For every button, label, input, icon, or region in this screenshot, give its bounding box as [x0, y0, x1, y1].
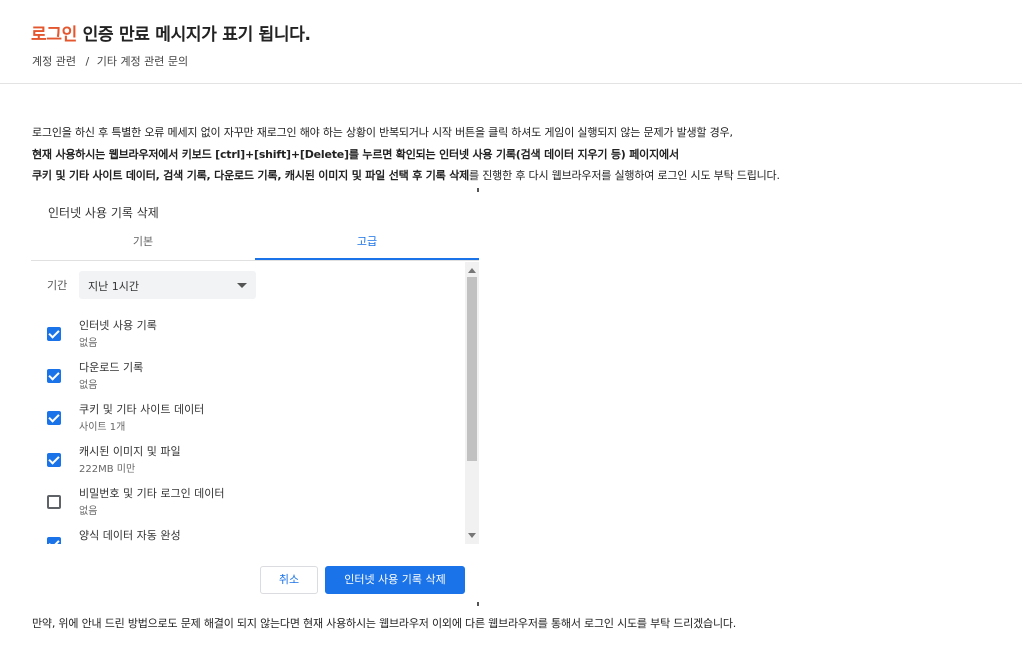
paragraph-4: 만약, 위에 안내 드린 방법으로도 문제 해결이 되지 않는다면 현재 사용하…: [32, 617, 737, 630]
option-download-history[interactable]: 다운로드 기록 없음: [31, 359, 461, 401]
checkbox-checked-icon[interactable]: [47, 453, 61, 467]
crop-mark: [477, 188, 479, 192]
option-label: 캐시된 이미지 및 파일: [79, 445, 181, 458]
scrollbar[interactable]: [465, 262, 479, 544]
option-label: 쿠키 및 기타 사이트 데이터: [79, 403, 205, 416]
option-cookies[interactable]: 쿠키 및 기타 사이트 데이터 사이트 1개: [31, 401, 461, 443]
breadcrumb-item-other[interactable]: 기타 계정 관련 문의: [97, 55, 188, 68]
page-title-text: 인증 만료 메시지가 표기 됩니다.: [77, 25, 311, 45]
checkbox-checked-icon[interactable]: [47, 411, 61, 425]
option-passwords[interactable]: 비밀번호 및 기타 로그인 데이터 없음: [31, 485, 461, 527]
option-label: 비밀번호 및 기타 로그인 데이터: [79, 487, 225, 500]
paragraph-2: 현재 사용하시는 웹브라우저에서 키보드 [ctrl]+[shift]+[Del…: [32, 148, 679, 161]
crop-mark: [477, 602, 479, 606]
option-sublabel: 없음: [79, 380, 98, 391]
clear-history-button[interactable]: 인터넷 사용 기록 삭제: [325, 566, 465, 594]
checkbox-checked-icon[interactable]: [47, 537, 61, 544]
breadcrumb-item-account[interactable]: 계정 관련: [32, 55, 76, 68]
checkbox-checked-icon[interactable]: [47, 327, 61, 341]
scroll-up-arrow-icon[interactable]: [468, 268, 476, 273]
checkbox-unchecked-icon[interactable]: [47, 495, 61, 509]
option-sublabel: 없음: [79, 338, 98, 349]
option-sublabel: 222MB 미만: [79, 464, 136, 475]
caret-down-icon: [237, 283, 247, 288]
tab-advanced[interactable]: 고급: [255, 229, 479, 260]
option-cached-images[interactable]: 캐시된 이미지 및 파일 222MB 미만: [31, 443, 461, 485]
period-label: 기간: [47, 279, 68, 292]
header-divider: [0, 83, 1022, 84]
breadcrumb: 계정 관련 / 기타 계정 관련 문의: [32, 53, 188, 69]
option-sublabel: 없음: [79, 506, 98, 517]
dialog-scroll-area: 기간 지난 1시간 인터넷 사용 기록 없음 다운로드 기록 없음 쿠키 및 기…: [31, 262, 479, 544]
checkbox-checked-icon[interactable]: [47, 369, 61, 383]
period-select[interactable]: 지난 1시간: [79, 271, 256, 299]
option-label: 인터넷 사용 기록: [79, 319, 157, 332]
paragraph-1: 로그인을 하신 후 특별한 오류 메세지 없이 자꾸만 재로그인 해야 하는 상…: [32, 126, 733, 139]
cancel-button[interactable]: 취소: [260, 566, 318, 594]
option-browsing-history[interactable]: 인터넷 사용 기록 없음: [31, 317, 461, 359]
option-label: 양식 데이터 자동 완성: [79, 529, 181, 542]
option-label: 다운로드 기록: [79, 361, 144, 374]
scroll-down-arrow-icon[interactable]: [468, 533, 476, 538]
breadcrumb-separator: /: [85, 55, 90, 68]
period-select-value: 지난 1시간: [88, 280, 139, 293]
option-sublabel: 사이트 1개: [79, 422, 126, 433]
scrollbar-thumb[interactable]: [467, 277, 477, 461]
page-title-accent: 로그인: [31, 25, 78, 45]
clear-history-dialog-screenshot: 인터넷 사용 기록 삭제 기본 고급 기간 지난 1시간 인터넷 사용 기록 없…: [31, 188, 479, 607]
paragraph-3-bold: 쿠키 및 기타 사이트 데이터, 검색 기록, 다운로드 기록, 캐시된 이미지…: [32, 169, 470, 182]
tab-basic[interactable]: 기본: [31, 229, 255, 260]
option-autofill[interactable]: 양식 데이터 자동 완성: [31, 527, 461, 544]
dialog-title: 인터넷 사용 기록 삭제: [48, 206, 159, 220]
page-title: 로그인 인증 만료 메시지가 표기 됩니다.: [31, 20, 311, 45]
paragraph-3: 쿠키 및 기타 사이트 데이터, 검색 기록, 다운로드 기록, 캐시된 이미지…: [32, 167, 780, 183]
dialog-tabs: 기본 고급: [31, 229, 479, 261]
paragraph-3-rest: 를 진행한 후 다시 웹브라우저를 실행하여 로그인 시도 부탁 드립니다.: [469, 169, 780, 182]
